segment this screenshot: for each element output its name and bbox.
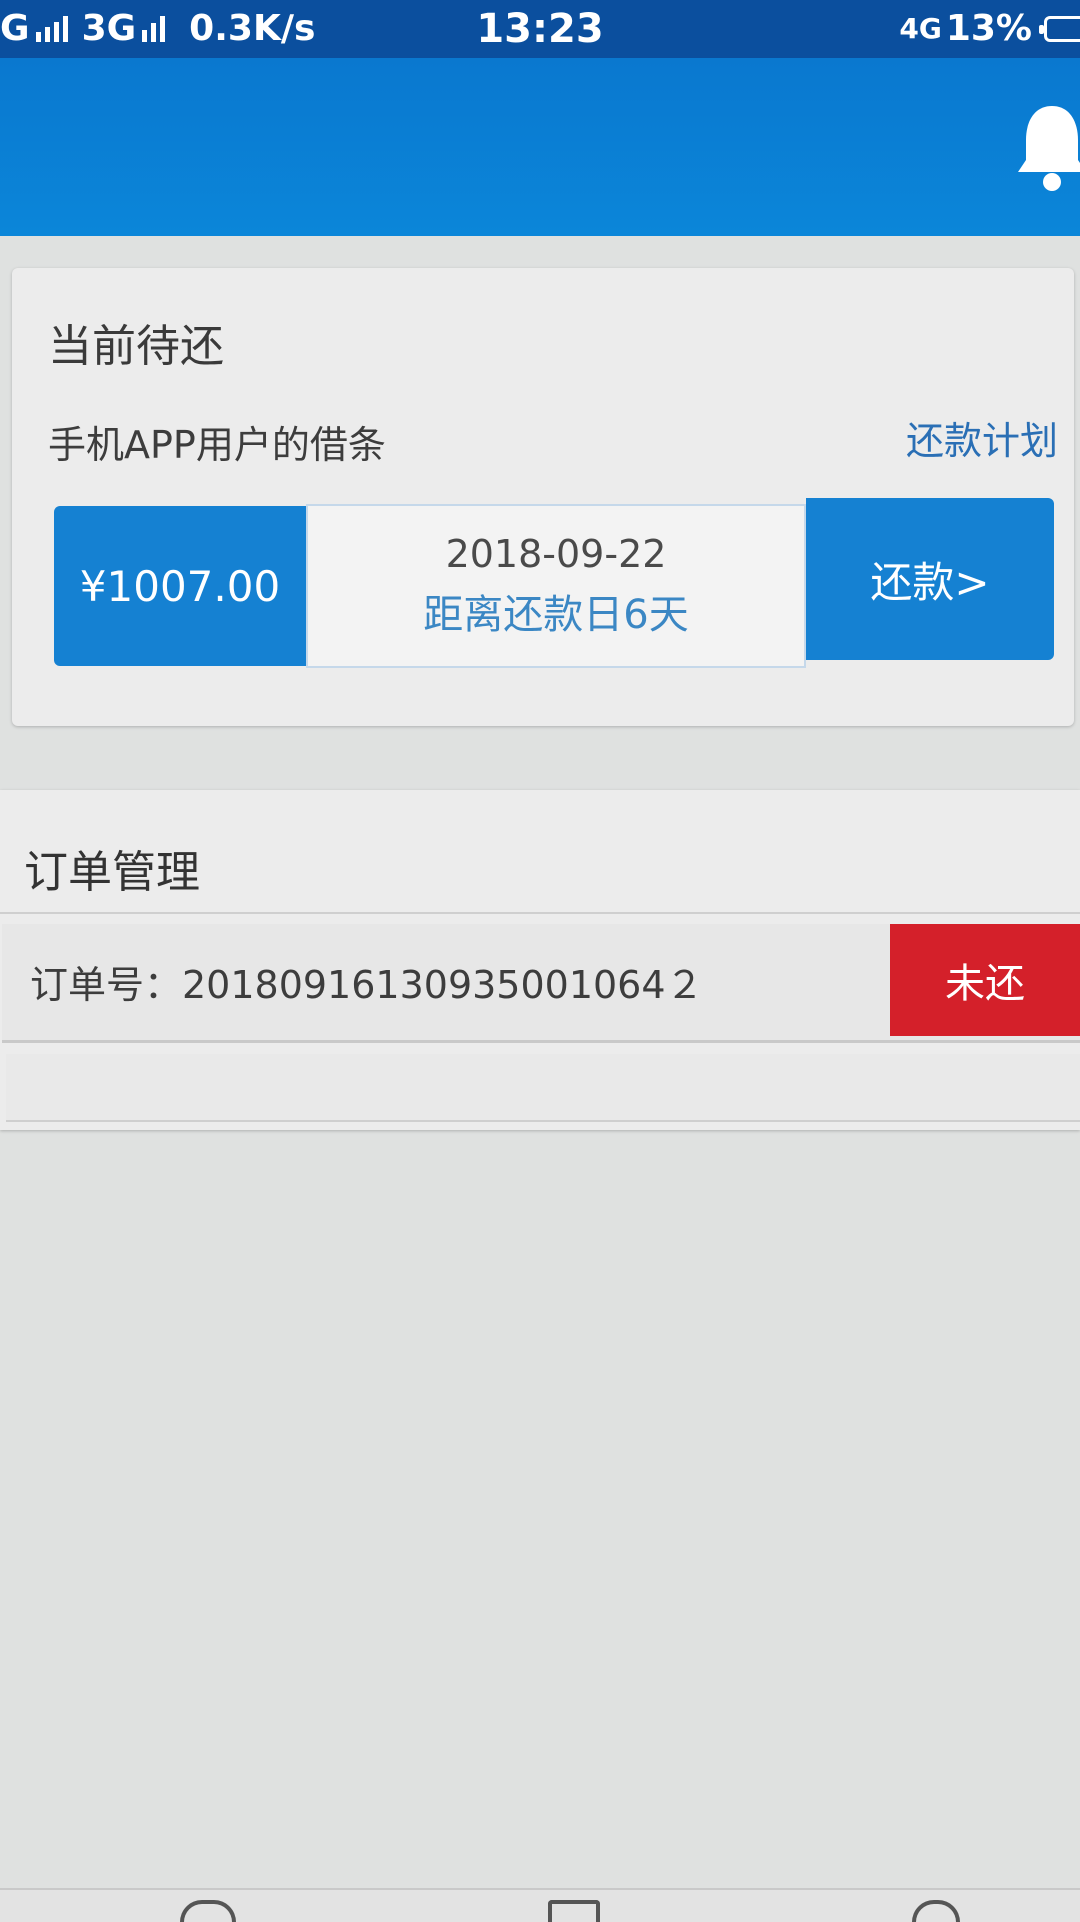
- status-badge: 未还: [890, 924, 1080, 1036]
- order-number: 订单号：20180916130935001064２: [30, 963, 704, 1007]
- repay-button[interactable]: 还款>: [806, 498, 1054, 660]
- order-row[interactable]: 订单号：20180916130935001064２ 未还: [2, 924, 1080, 1043]
- card-title: 当前待还: [48, 321, 224, 372]
- battery-icon: [1039, 15, 1080, 42]
- days-until-due: 距离还款日6天: [423, 592, 689, 638]
- bottom-nav: [0, 1888, 1080, 1922]
- order-management-card: 订单管理 订单号：20180916130935001064２ 未还: [0, 790, 1080, 1130]
- profile-icon[interactable]: [912, 1900, 960, 1922]
- bell-icon[interactable]: [1012, 98, 1080, 194]
- repayment-plan-link[interactable]: 还款计划: [906, 410, 1058, 465]
- repay-button-label: 还款>: [870, 557, 990, 607]
- due-date-box: 2018-09-22 距离还款日6天: [306, 504, 806, 668]
- home-icon[interactable]: [180, 1900, 236, 1922]
- order-list-footer: [6, 1054, 1080, 1122]
- amount-value: ¥1007.00: [79, 561, 281, 611]
- due-date: 2018-09-22: [445, 532, 667, 576]
- app-header: [0, 58, 1080, 236]
- loan-name: 手机APP用户的借条: [48, 423, 386, 467]
- order-section-title: 订单管理: [24, 847, 200, 898]
- status-right: 4G 13%: [899, 8, 1080, 49]
- payment-row: ¥1007.00 2018-09-22 距离还款日6天 还款>: [54, 498, 1062, 668]
- battery-level: 13%: [945, 8, 1032, 49]
- status-bar: G 3G 0.3K/s 13:23 4G 13%: [0, 0, 1080, 58]
- amount-box: ¥1007.00: [54, 506, 306, 666]
- network-type-right: 4G: [899, 12, 942, 45]
- status-badge-label: 未还: [945, 961, 1025, 1007]
- current-payable-card: 当前待还 手机APP用户的借条 还款计划 ¥1007.00 2018-09-22…: [12, 268, 1074, 726]
- divider: [0, 912, 1080, 914]
- orders-icon[interactable]: [548, 1900, 600, 1922]
